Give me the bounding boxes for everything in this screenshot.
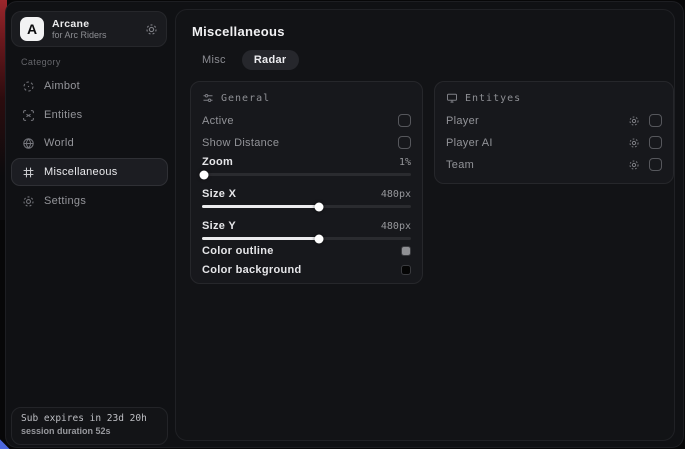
size-x-slider[interactable] bbox=[202, 202, 411, 211]
active-checkbox[interactable] bbox=[398, 114, 411, 127]
zoom-value: 1% bbox=[399, 157, 411, 168]
scan-box-icon bbox=[22, 109, 35, 122]
team-config-gear-icon[interactable] bbox=[628, 159, 640, 171]
player-ai-config-gear-icon[interactable] bbox=[628, 137, 640, 149]
monitor-icon bbox=[446, 92, 458, 104]
entities-card: Entityes Player Player AI bbox=[434, 81, 674, 184]
size-y-value: 480px bbox=[381, 221, 411, 232]
color-outline-label: Color outline bbox=[202, 245, 274, 257]
show-distance-checkbox[interactable] bbox=[398, 136, 411, 149]
tab-misc[interactable]: Misc bbox=[190, 50, 238, 70]
size-y-row: Size Y 480px bbox=[202, 220, 411, 232]
sidebar-item-label: Settings bbox=[44, 195, 86, 207]
sliders-icon bbox=[202, 92, 214, 104]
globe-icon bbox=[22, 137, 35, 150]
sidebar-item-aimbot[interactable]: Aimbot bbox=[11, 73, 168, 99]
crosshair-icon bbox=[22, 80, 35, 93]
player-checkbox[interactable] bbox=[649, 114, 662, 127]
size-x-slider-thumb[interactable] bbox=[315, 202, 324, 211]
size-y-slider-thumb[interactable] bbox=[315, 234, 324, 243]
color-background-row: Color background bbox=[202, 264, 411, 276]
team-label: Team bbox=[446, 159, 474, 171]
app-logo: A bbox=[20, 17, 44, 41]
app-window: A Arcane for Arc Riders Category Aimbot bbox=[5, 1, 684, 448]
sidebar-item-label: Aimbot bbox=[44, 80, 80, 92]
gear-icon bbox=[22, 195, 35, 208]
sidebar-item-entities[interactable]: Entities bbox=[11, 102, 168, 128]
zoom-slider[interactable] bbox=[202, 170, 411, 179]
sidebar-item-miscellaneous[interactable]: Miscellaneous bbox=[11, 158, 168, 186]
player-ai-row: Player AI bbox=[446, 136, 662, 149]
color-outline-row: Color outline bbox=[202, 245, 411, 257]
size-y-slider[interactable] bbox=[202, 234, 411, 243]
player-config-gear-icon[interactable] bbox=[628, 115, 640, 127]
sidebar-item-label: Entities bbox=[44, 109, 82, 121]
sidebar-item-label: Miscellaneous bbox=[44, 166, 118, 178]
size-x-label: Size X bbox=[202, 188, 236, 200]
general-card-title: General bbox=[221, 93, 270, 104]
app-header-card: A Arcane for Arc Riders bbox=[11, 11, 167, 47]
subscription-footer: Sub expires in 23d 20h session duration … bbox=[11, 407, 168, 445]
sidebar-item-settings[interactable]: Settings bbox=[11, 188, 168, 214]
main-panel: Miscellaneous Misc Radar General Active … bbox=[175, 9, 675, 441]
player-ai-checkbox[interactable] bbox=[649, 136, 662, 149]
zoom-label: Zoom bbox=[202, 156, 233, 168]
show-distance-row: Show Distance bbox=[202, 136, 411, 149]
player-ai-label: Player AI bbox=[446, 137, 493, 149]
app-name: Arcane bbox=[52, 18, 137, 30]
active-label: Active bbox=[202, 115, 234, 127]
session-duration-text: session duration 52s bbox=[21, 426, 158, 436]
player-row: Player bbox=[446, 114, 662, 127]
app-subtitle: for Arc Riders bbox=[52, 30, 137, 40]
zoom-row: Zoom 1% bbox=[202, 156, 411, 168]
size-y-label: Size Y bbox=[202, 220, 236, 232]
player-label: Player bbox=[446, 115, 479, 127]
zoom-slider-thumb[interactable] bbox=[200, 170, 209, 179]
size-x-value: 480px bbox=[381, 189, 411, 200]
color-outline-swatch[interactable] bbox=[401, 246, 411, 256]
grid-icon bbox=[22, 166, 35, 179]
app-settings-gear-icon[interactable] bbox=[145, 23, 158, 36]
entities-card-title: Entityes bbox=[465, 93, 521, 104]
sidebar-item-world[interactable]: World bbox=[11, 130, 168, 156]
active-row: Active bbox=[202, 114, 411, 127]
color-background-label: Color background bbox=[202, 264, 302, 276]
tab-bar: Misc Radar bbox=[190, 50, 299, 70]
tab-radar[interactable]: Radar bbox=[242, 50, 299, 70]
sidebar-item-label: World bbox=[44, 137, 74, 149]
sidebar: A Arcane for Arc Riders Category Aimbot bbox=[6, 2, 175, 447]
general-card: General Active Show Distance Zoom 1% bbox=[190, 81, 423, 284]
page-title: Miscellaneous bbox=[192, 24, 285, 39]
color-background-swatch[interactable] bbox=[401, 265, 411, 275]
sub-expires-text: Sub expires in 23d 20h bbox=[21, 413, 158, 424]
category-label: Category bbox=[21, 57, 61, 67]
size-x-row: Size X 480px bbox=[202, 188, 411, 200]
team-row: Team bbox=[446, 158, 662, 171]
show-distance-label: Show Distance bbox=[202, 137, 279, 149]
team-checkbox[interactable] bbox=[649, 158, 662, 171]
